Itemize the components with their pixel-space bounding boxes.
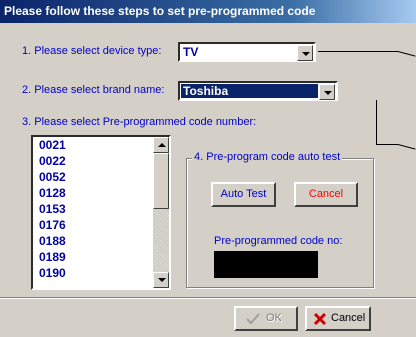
code-number-label: 3. Please select Pre-programmed code num… bbox=[22, 116, 257, 128]
divider bbox=[0, 298, 416, 299]
list-item[interactable]: 0153 bbox=[39, 202, 66, 216]
code-list[interactable]: 0021 0022 0052 0128 0153 0176 0188 0189 … bbox=[31, 135, 171, 290]
scrollbar-thumb[interactable] bbox=[153, 153, 169, 209]
brand-name-select[interactable]: Toshiba bbox=[178, 81, 338, 101]
scroll-down-icon[interactable] bbox=[153, 272, 169, 288]
connector-line bbox=[376, 144, 398, 145]
list-item[interactable]: 0021 bbox=[39, 138, 66, 152]
cancel-label: Cancel bbox=[331, 312, 366, 324]
list-item[interactable]: 0190 bbox=[39, 266, 66, 280]
brand-name-label: 2. Please select brand name: bbox=[22, 84, 165, 96]
list-item[interactable]: 0188 bbox=[39, 234, 66, 248]
list-item[interactable]: 0052 bbox=[39, 170, 66, 184]
connector-line bbox=[397, 144, 416, 150]
ok-label: OK bbox=[266, 312, 282, 324]
code-no-label: Pre-programmed code no: bbox=[214, 235, 343, 247]
auto-test-button[interactable]: Auto Test bbox=[211, 182, 276, 207]
list-item[interactable]: 0176 bbox=[39, 218, 66, 232]
connector-line bbox=[318, 51, 398, 52]
connector-line bbox=[376, 100, 377, 144]
scroll-up-icon[interactable] bbox=[153, 137, 169, 153]
connector-line bbox=[397, 51, 416, 57]
cancel-button[interactable]: Cancel bbox=[305, 306, 371, 331]
brand-name-value: Toshiba bbox=[183, 84, 229, 98]
auto-test-group-title: 4. Pre-program code auto test bbox=[192, 151, 343, 163]
test-cancel-button[interactable]: Cancel bbox=[294, 182, 358, 207]
device-type-select[interactable]: TV bbox=[178, 42, 316, 62]
ok-button[interactable]: OK bbox=[234, 306, 298, 331]
checkmark-icon bbox=[246, 313, 260, 325]
list-item[interactable]: 0022 bbox=[39, 154, 66, 168]
list-item[interactable]: 0128 bbox=[39, 186, 66, 200]
chevron-down-icon[interactable] bbox=[319, 84, 335, 100]
x-icon bbox=[313, 312, 327, 326]
window-title: Please follow these steps to set pre-pro… bbox=[0, 0, 416, 23]
chevron-down-icon[interactable] bbox=[297, 45, 313, 61]
scrollbar[interactable] bbox=[153, 137, 169, 288]
device-type-label: 1. Please select device type: bbox=[22, 45, 162, 57]
list-item[interactable]: 0189 bbox=[39, 250, 66, 264]
device-type-value: TV bbox=[183, 45, 199, 59]
code-no-display bbox=[214, 251, 318, 278]
